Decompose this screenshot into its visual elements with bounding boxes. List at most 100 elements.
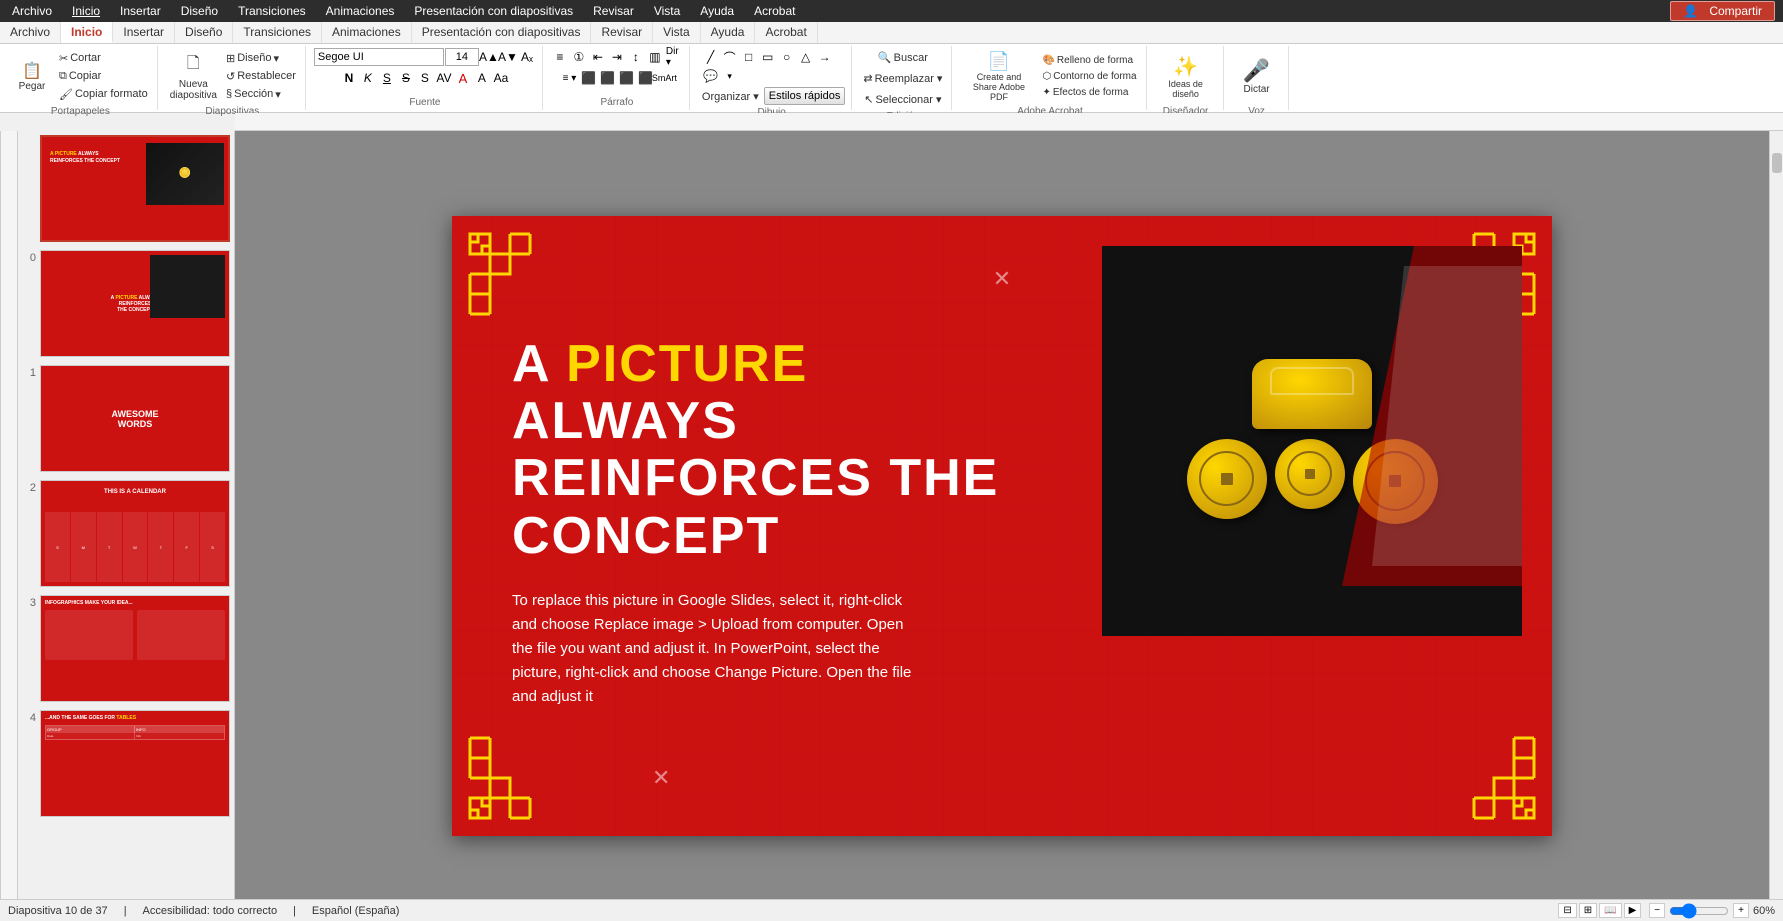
char-spacing-button[interactable]: AV — [435, 69, 453, 87]
normal-view-button[interactable]: ⊟ — [1558, 903, 1576, 918]
menu-vista[interactable]: Vista — [650, 2, 684, 20]
strikethrough-button[interactable]: S — [397, 69, 415, 87]
smartart-button[interactable]: SmArt — [655, 69, 673, 87]
paste-button[interactable]: 📋 Pegar — [10, 48, 54, 104]
italic-button[interactable]: K — [359, 69, 377, 87]
triangle-tool[interactable]: △ — [797, 48, 815, 66]
font-size-input[interactable] — [445, 48, 479, 66]
arrange-button[interactable]: Organizar ▾ — [698, 88, 763, 105]
slide-sorter-button[interactable]: ⊞ — [1579, 903, 1597, 918]
font-color-button[interactable]: A — [454, 69, 472, 87]
tab-transiciones[interactable]: Transiciones — [233, 22, 322, 43]
arrow-tool[interactable]: → — [816, 48, 834, 66]
menu-acrobat[interactable]: Acrobat — [750, 2, 799, 20]
menu-transiciones[interactable]: Transiciones — [234, 2, 310, 20]
menu-ayuda[interactable]: Ayuda — [696, 2, 738, 20]
text-direction-button[interactable]: Dir ▾ — [665, 48, 683, 66]
align-left-button[interactable]: ⬛ — [579, 69, 597, 87]
tab-presentacion[interactable]: Presentación con diapositivas — [412, 22, 592, 43]
slide-thumb-0[interactable]: A PICTURE ALWAYSREINFORCES THE CONCEPT 🪙 — [22, 135, 230, 242]
tab-archivo[interactable]: Archivo — [0, 22, 61, 43]
bold-button[interactable]: N — [340, 69, 358, 87]
outline-shape-button[interactable]: ⬡ Contorno de forma — [1039, 69, 1139, 84]
tab-inicio[interactable]: Inicio — [61, 22, 113, 43]
tab-revisar[interactable]: Revisar — [591, 22, 653, 43]
menu-archivo[interactable]: Archivo — [8, 2, 56, 20]
tab-vista[interactable]: Vista — [653, 22, 700, 43]
replace-button[interactable]: ⇄ Reemplazar ▾ — [860, 69, 945, 88]
line-tool[interactable]: ╱ — [702, 48, 720, 66]
rounded-rect-tool[interactable]: ▭ — [759, 48, 777, 66]
align-right-button[interactable]: ⬛ — [617, 69, 635, 87]
quick-styles-button[interactable]: Estilos rápidos — [764, 87, 846, 105]
copy-button[interactable]: ⧉ Copiar — [56, 68, 151, 85]
align-text-button[interactable]: ≡ ▾ — [560, 69, 578, 87]
callout-tool[interactable]: 💬 — [702, 67, 720, 85]
slide-thumb-2[interactable]: 1 AWESOMEWORDS — [22, 365, 230, 472]
group-diapositivas: 🗋 Nuevadiapositiva ⊞ Diseño ▾ ↺ Restable… — [160, 46, 306, 110]
font-name-input[interactable] — [314, 48, 444, 66]
new-slide-button[interactable]: 🗋 Nuevadiapositiva — [166, 48, 221, 104]
decrease-indent-button[interactable]: ⇤ — [589, 48, 607, 66]
menu-inicio[interactable]: Inicio — [68, 2, 104, 20]
layout-button[interactable]: ⊞ Diseño ▾ — [223, 50, 299, 67]
arc-tool[interactable]: ⌒ — [721, 48, 739, 66]
rect-tool[interactable]: □ — [740, 48, 758, 66]
bullet-list-button[interactable]: ≡ — [551, 48, 569, 66]
clear-format-button[interactable]: Aₓ — [518, 48, 536, 66]
tab-ayuda[interactable]: Ayuda — [701, 22, 756, 43]
effects-shape-button[interactable]: ✦ Efectos de forma — [1039, 85, 1139, 100]
cut-button[interactable]: ✂ Cortar — [56, 50, 151, 67]
tab-animaciones[interactable]: Animaciones — [322, 22, 412, 43]
numbered-list-button[interactable]: ① — [570, 48, 588, 66]
underline-button[interactable]: S — [378, 69, 396, 87]
dictar-button[interactable]: 🎤 Dictar — [1232, 48, 1282, 104]
decrease-font-button[interactable]: A▼ — [499, 48, 517, 66]
search-button[interactable]: 🔍 Buscar — [875, 48, 931, 67]
reset-button[interactable]: ↺ Restablecer — [223, 68, 299, 85]
format-copy-button[interactable]: 🖌 Copiar formato — [56, 86, 151, 103]
section-button[interactable]: § Sección ▾ — [223, 86, 299, 103]
scroll-thumb-v[interactable] — [1772, 153, 1782, 173]
tab-diseno[interactable]: Diseño — [175, 22, 233, 43]
reading-view-button[interactable]: 📖 — [1599, 903, 1621, 918]
slide-thumb-5[interactable]: 4 ...AND THE SAME GOES FOR TABLES GROUP … — [22, 710, 230, 817]
slide-thumb-4[interactable]: 3 INFOGRAPHICS MAKE YOUR IDEA... — [22, 595, 230, 702]
language-status: Español (España) — [312, 905, 399, 917]
adobe-pdf-button[interactable]: 📄 Create and Share Adobe PDF — [960, 48, 1037, 104]
more-shapes-button[interactable]: ▾ — [721, 67, 739, 85]
slide-thumb-3[interactable]: 2 THIS IS A CALENDAR S M T W T F — [22, 480, 230, 587]
highlight-color-button[interactable]: A — [473, 69, 491, 87]
share-button[interactable]: 👤 Compartir — [1670, 1, 1775, 21]
columns-button[interactable]: ▥ — [646, 48, 664, 66]
tab-acrobat[interactable]: Acrobat — [755, 22, 817, 43]
align-center-button[interactable]: ⬛ — [598, 69, 616, 87]
select-button[interactable]: ↖ Seleccionar ▾ — [861, 90, 944, 109]
zoom-slider[interactable] — [1669, 905, 1729, 917]
main-slide[interactable]: ✕ ✕ A PICTURE ALWAYS REINFORCES THE CONC… — [452, 216, 1552, 836]
slideshow-button[interactable]: ▶ — [1624, 903, 1642, 918]
adobe-pdf-label: Create and Share Adobe PDF — [966, 72, 1031, 102]
menu-revisar[interactable]: Revisar — [589, 2, 638, 20]
ribbon: Archivo Inicio Insertar Diseño Transicio… — [0, 22, 1783, 113]
slide-thumb-1[interactable]: 0 A PICTURE ALWAYSREINFORCESTHE CONCEPT — [22, 250, 230, 357]
zoom-out-button[interactable]: − — [1649, 903, 1665, 918]
menu-diseno[interactable]: Diseño — [177, 2, 222, 20]
menu-animaciones[interactable]: Animaciones — [322, 2, 399, 20]
shadow-text-button[interactable]: S — [416, 69, 434, 87]
line-spacing-button[interactable]: ↕ — [627, 48, 645, 66]
menu-insertar[interactable]: Insertar — [116, 2, 165, 20]
menu-presentacion[interactable]: Presentación con diapositivas — [410, 2, 577, 20]
scrollbar-vertical[interactable] — [1769, 131, 1783, 921]
reset-icon: ↺ — [226, 70, 235, 83]
increase-indent-button[interactable]: ⇥ — [608, 48, 626, 66]
outline-icon: ⬡ — [1042, 71, 1051, 82]
fill-shape-button[interactable]: 🎨 Relleno de forma — [1039, 53, 1139, 68]
cross-marker-bottom: ✕ — [652, 765, 670, 791]
ideas-diseno-button[interactable]: ✨ Ideas de diseño — [1155, 48, 1217, 104]
zoom-in-button[interactable]: + — [1733, 903, 1749, 918]
increase-font-button[interactable]: A▲ — [480, 48, 498, 66]
ellipse-tool[interactable]: ○ — [778, 48, 796, 66]
font-case-button[interactable]: Aa — [492, 69, 510, 87]
tab-insertar[interactable]: Insertar — [113, 22, 175, 43]
